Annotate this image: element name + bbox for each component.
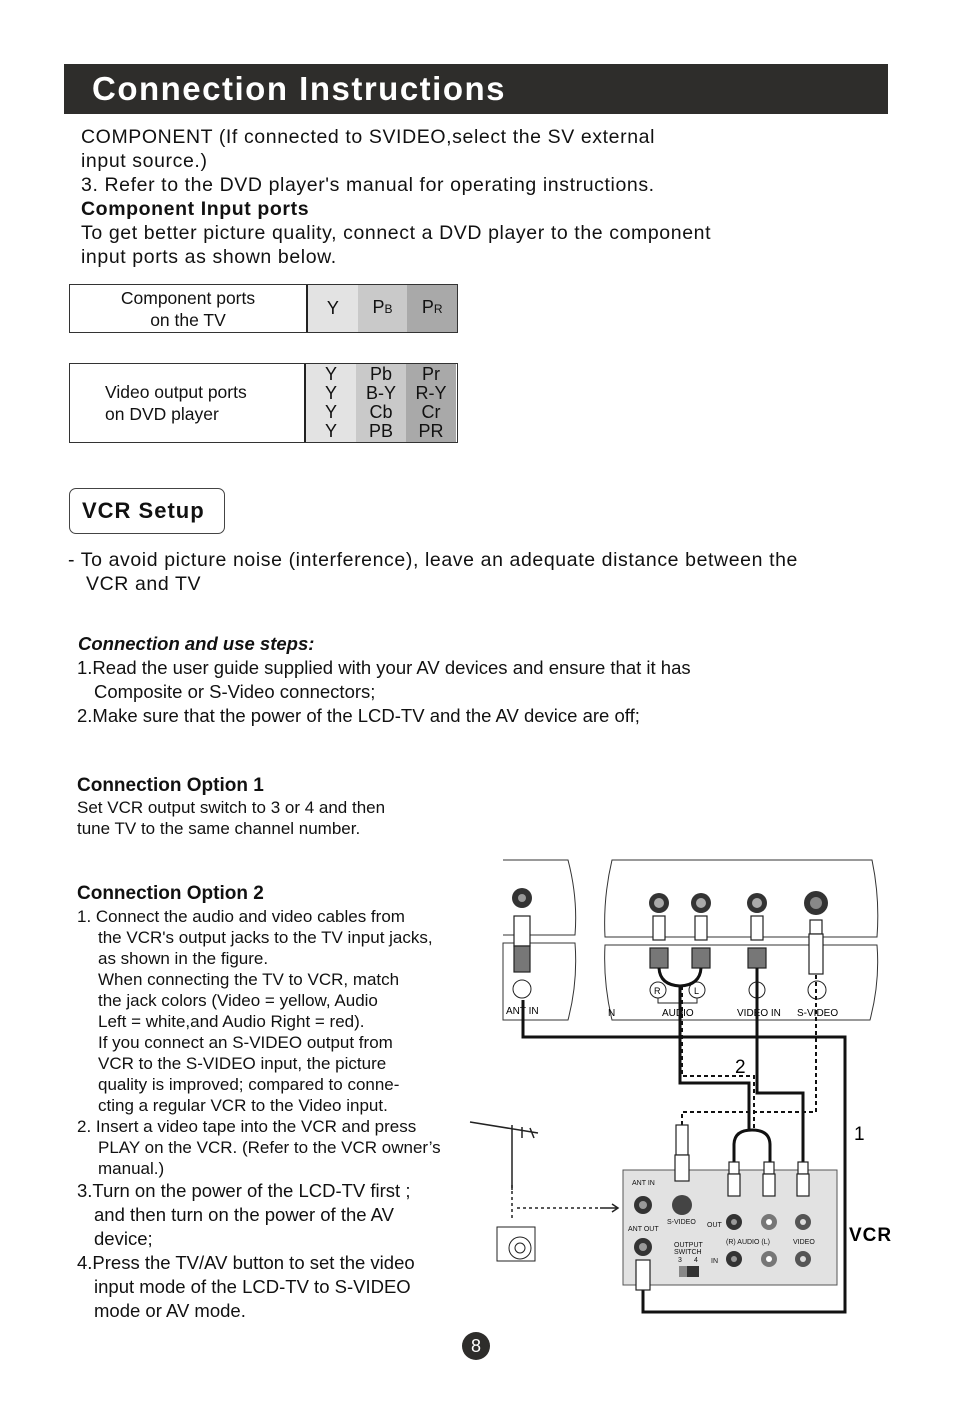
tv-jacks	[512, 888, 828, 915]
vcr-connection-diagram: ANT IN N R L AUDIO VIDEO IN S-VIDEO 2 1	[469, 859, 892, 1314]
vcr-switch-label: SWITCH	[674, 1249, 702, 1256]
vcr-ant-in-label: ANT IN	[632, 1180, 655, 1187]
tv-svideo-label: S-VIDEO	[797, 1008, 838, 1019]
wall-outlet-icon	[496, 1226, 536, 1262]
vcr-in-label: IN	[711, 1258, 718, 1265]
vcr-video-label: VIDEO	[793, 1239, 815, 1246]
tv-video-in-label: VIDEO IN	[737, 1008, 781, 1019]
vcr-ant-out-label: ANT OUT	[628, 1226, 659, 1233]
audio-l-label: L	[694, 986, 699, 996]
vcr-label: VCR	[849, 1225, 892, 1246]
vcr-audio-label: (R) AUDIO (L)	[726, 1239, 770, 1246]
arrow-icon	[600, 1203, 620, 1213]
switch-3-label: 3	[678, 1257, 682, 1264]
tv-right-top-panel	[604, 859, 879, 938]
vcr-svideo-label: S-VIDEO	[667, 1219, 696, 1226]
tv-audio-label: AUDIO	[662, 1008, 694, 1019]
route-1-label: 1	[854, 1124, 865, 1145]
audio-r-label: R	[654, 986, 661, 996]
output-switch[interactable]	[679, 1266, 699, 1277]
antenna-icon	[469, 1121, 620, 1220]
vcr-output-label: OUTPUT	[674, 1242, 704, 1249]
vcr-out-label: OUT	[707, 1222, 723, 1229]
route-2-label: 2	[735, 1057, 746, 1078]
tv-n-label: N	[608, 1008, 615, 1019]
page-number: 8	[462, 1332, 490, 1360]
cable-video	[755, 968, 805, 1165]
switch-4-label: 4	[694, 1257, 698, 1264]
